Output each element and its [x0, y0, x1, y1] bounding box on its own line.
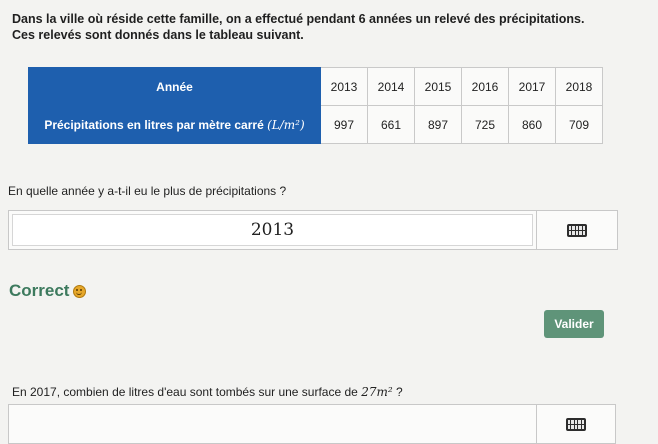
validate-button[interactable]: Valider [544, 310, 604, 338]
year-header: Année [28, 67, 321, 106]
value-cell: 997 [320, 105, 368, 144]
year-cell: 2013 [320, 67, 368, 106]
precip-unit: (L/m²) [267, 117, 305, 132]
question-2-text-before: En 2017, combien de litres d'eau sont to… [12, 385, 358, 399]
keyboard-button-2[interactable] [536, 404, 616, 444]
value-cell: 725 [461, 105, 509, 144]
feedback-correct: Correct [9, 281, 87, 301]
precip-header-label: Précipitations en litres par mètre carré [44, 117, 264, 132]
answer-1-field[interactable]: 2013 [8, 210, 537, 250]
year-cell: 2018 [555, 67, 603, 106]
value-cell: 709 [555, 105, 603, 144]
question-2-math: 27m² [361, 385, 393, 399]
year-cell: 2014 [367, 67, 415, 106]
year-cell: 2017 [508, 67, 556, 106]
year-cell: 2016 [461, 67, 509, 106]
table-row-values: Précipitations en litres par mètre carré… [28, 105, 603, 144]
answer-1-value[interactable]: 2013 [12, 214, 533, 246]
answer-2-field[interactable] [8, 404, 537, 444]
value-cell: 897 [414, 105, 462, 144]
precip-header: Précipitations en litres par mètre carré… [28, 105, 321, 144]
value-cell: 860 [508, 105, 556, 144]
problem-intro: Dans la ville où réside cette famille, o… [12, 11, 584, 43]
keyboard-icon [566, 417, 586, 431]
intro-line-1: Dans la ville où réside cette famille, o… [12, 12, 585, 26]
question-2-text: En 2017, combien de litres d'eau sont to… [12, 385, 403, 399]
question-1-text: En quelle année y a-t-il eu le plus de p… [8, 184, 287, 198]
question-2-text-after: ? [396, 385, 403, 399]
smiley-icon [73, 284, 87, 298]
precipitation-table: Année 2013 2014 2015 2016 2017 2018 Préc… [28, 67, 603, 144]
year-cell: 2015 [414, 67, 462, 106]
keyboard-button-1[interactable] [536, 210, 618, 250]
table-row-years: Année 2013 2014 2015 2016 2017 2018 [28, 67, 603, 106]
feedback-label: Correct [9, 281, 70, 300]
intro-line-2: Ces relevés sont donnés dans le tableau … [12, 28, 304, 42]
value-cell: 661 [367, 105, 415, 144]
keyboard-icon [567, 223, 587, 237]
